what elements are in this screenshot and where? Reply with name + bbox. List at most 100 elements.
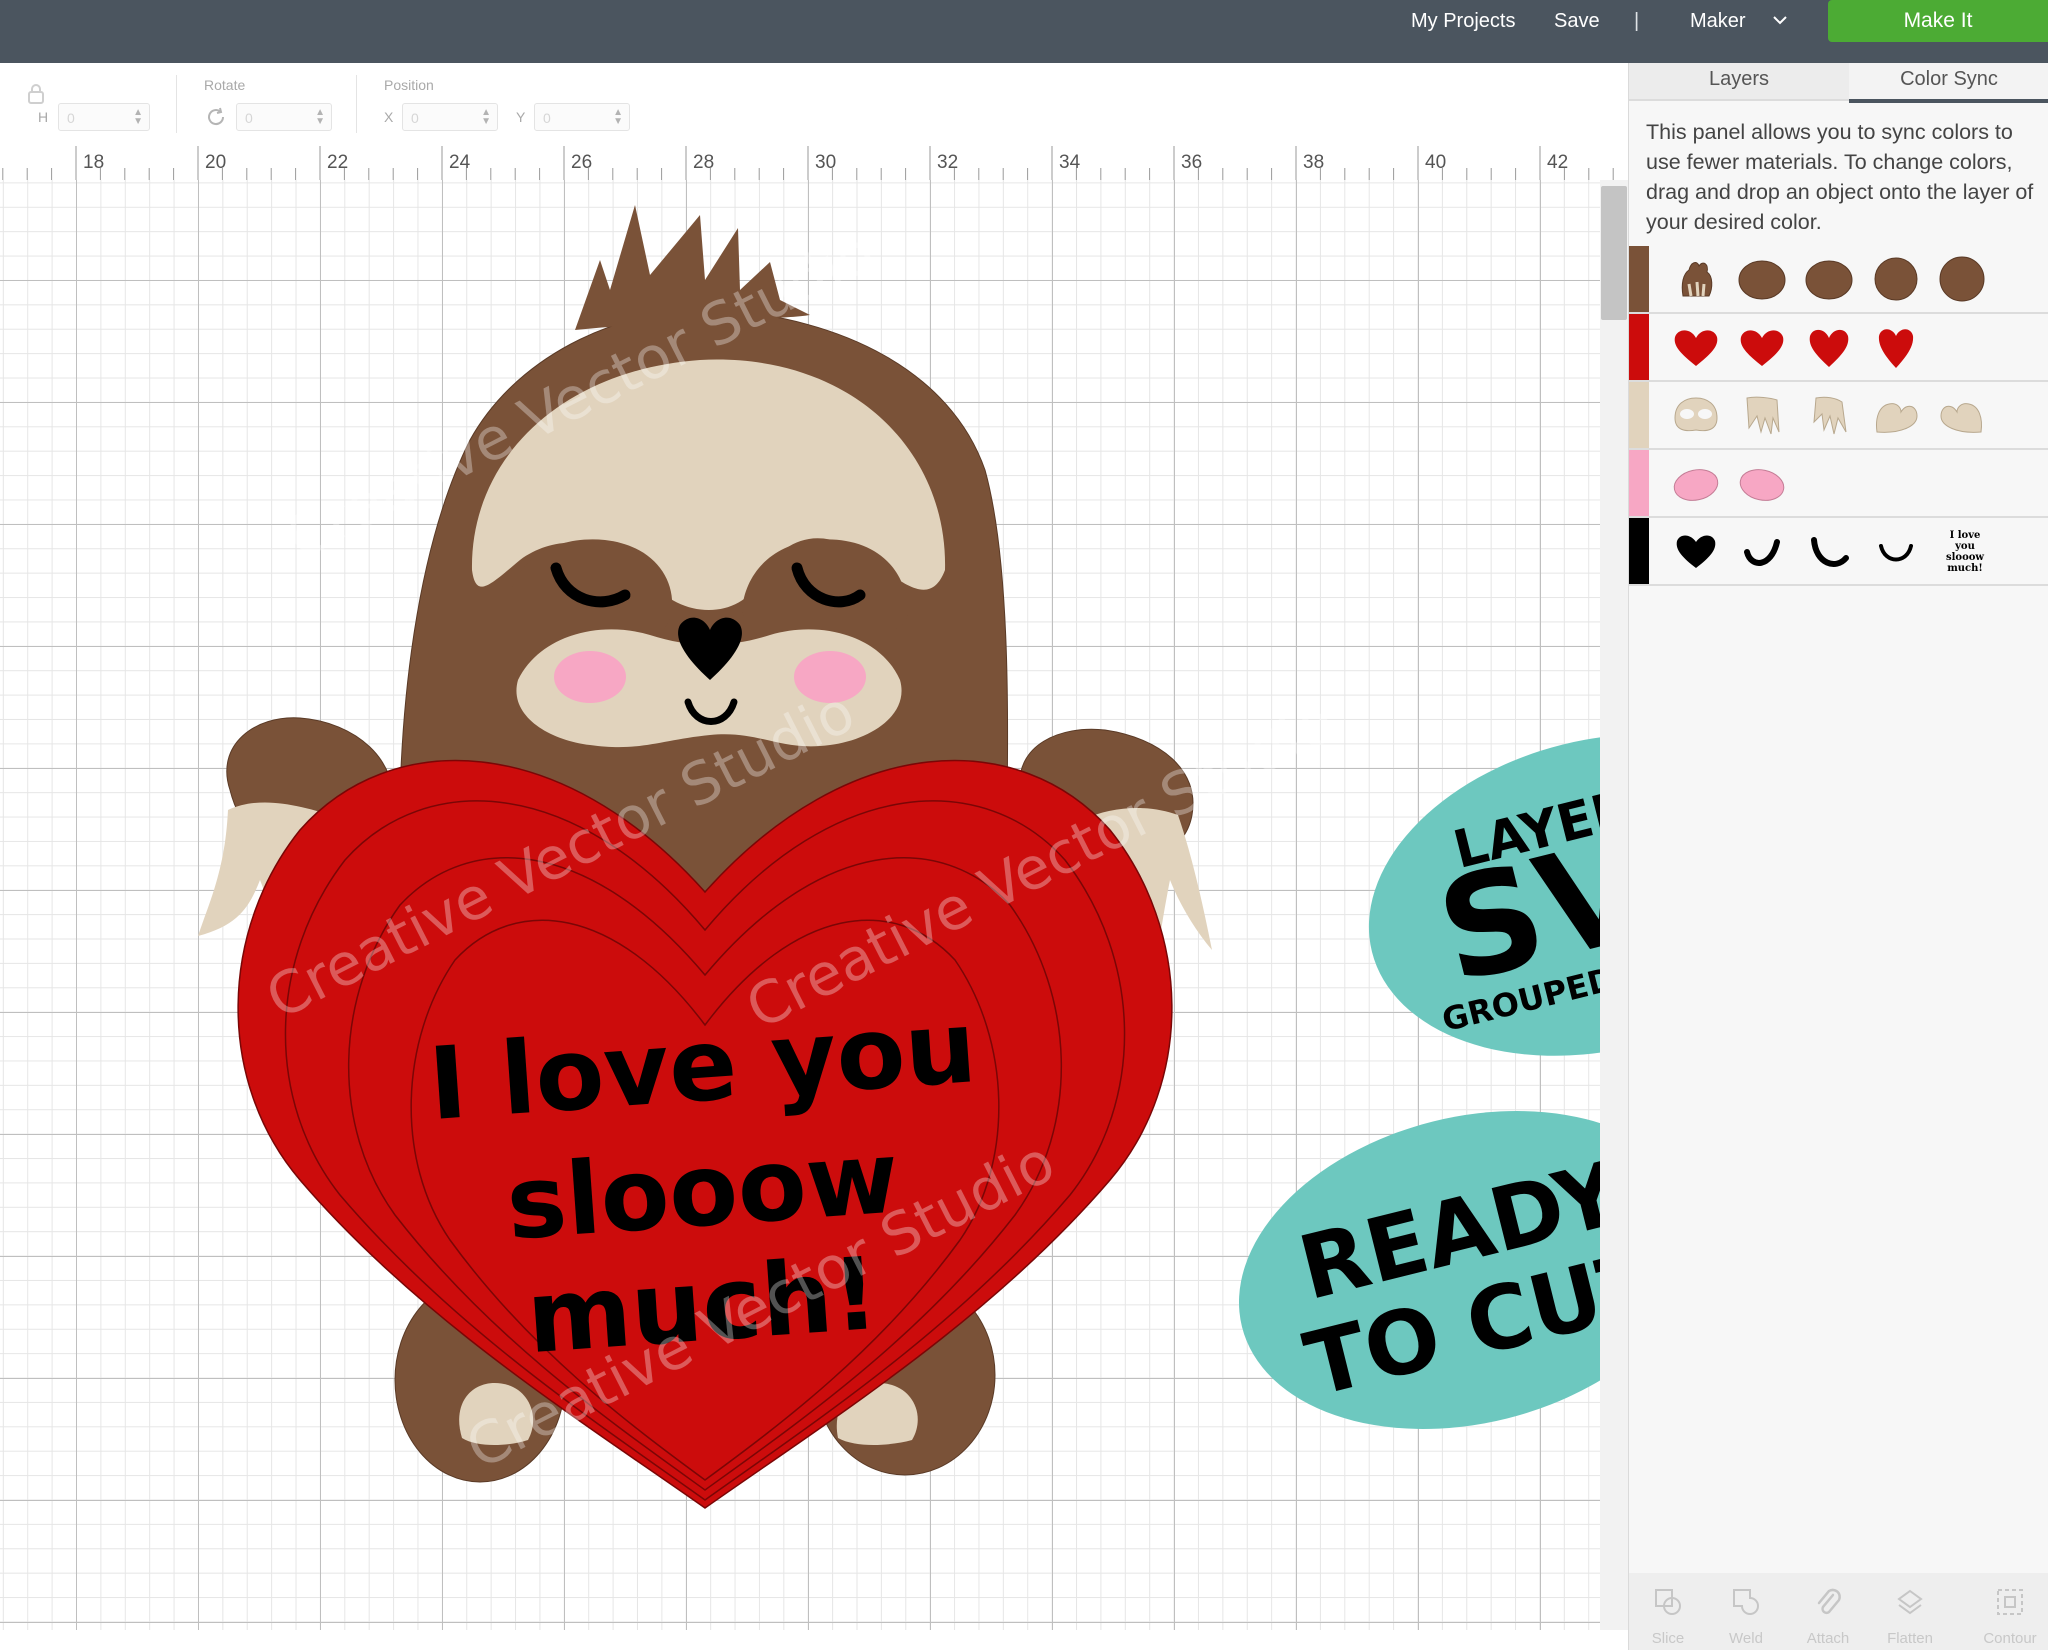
slice-button[interactable]: Slice [1629,1573,1707,1650]
toolbar-divider [176,75,177,133]
eye-thumb[interactable] [1737,528,1787,574]
make-it-button[interactable]: Make It [1828,0,2048,42]
vertical-scrollbar[interactable] [1600,180,1628,1630]
flatten-button[interactable]: Flatten [1871,1573,1949,1650]
machine-selector[interactable]: Maker [1690,0,1746,42]
ruler-label: 20 [205,152,226,173]
attach-label: Attach [1806,1630,1850,1647]
hand-thumb[interactable] [1671,256,1721,302]
color-swatch[interactable] [1629,450,1649,516]
rotate-label: Rotate [204,77,246,93]
toolbar-divider [356,75,357,133]
color-layer-row[interactable]: I love you slooow much! [1629,518,2048,586]
y-value: 0 [543,110,551,126]
ruler-scale: 18 20 22 24 26 28 30 32 34 36 38 40 42 [2,146,1614,180]
lock-icon[interactable] [26,83,46,105]
contour-icon [1997,1589,2023,1615]
ruler-label: 26 [571,152,592,173]
design-canvas[interactable]: I love you slooow much! Creative Vector … [0,180,1600,1630]
paperclip-icon [1817,1588,1841,1615]
y-label: Y [516,109,526,125]
contour-label: Contour [1983,1630,2037,1647]
blob-thumb[interactable] [1737,256,1787,302]
heart-thumb[interactable] [1804,324,1854,370]
scrollbar-thumb[interactable] [1601,186,1627,320]
smile-thumb[interactable] [1871,528,1921,574]
blob-thumb[interactable] [1804,256,1854,302]
save-link[interactable]: Save [1554,0,1600,42]
color-swatch[interactable] [1629,246,1649,312]
heart-thumb[interactable] [1737,324,1787,370]
weld-button[interactable]: Weld [1707,1573,1785,1650]
chevron-down-icon[interactable] [1772,12,1788,28]
slice-label: Slice [1651,1630,1685,1647]
color-sync-description: This panel allows you to sync colors to … [1646,120,2034,234]
ruler-label: 28 [693,152,714,173]
color-layer-row[interactable] [1629,314,2048,382]
top-bar: My Projects Save | Maker Make It [0,0,2048,63]
ruler-label: 42 [1547,152,1568,173]
heart-thumb[interactable] [1937,392,1987,438]
height-value: 0 [67,110,75,126]
right-panel: Layers Color Sync This panel allows you … [1628,63,2048,1650]
x-value: 0 [411,110,419,126]
color-layer-row[interactable] [1629,382,2048,450]
horizontal-ruler: 18 20 22 24 26 28 30 32 34 36 38 40 42 [0,146,1628,181]
color-layer-row[interactable] [1629,450,2048,518]
flatten-label: Flatten [1887,1630,1933,1647]
ruler-label: 36 [1181,152,1202,173]
x-position-input[interactable]: 0 ▲ ▼ [402,103,498,131]
slice-icon [1655,1589,1681,1615]
bottom-toolbar: Slice Weld Attach Flatten Contour [1629,1573,2048,1650]
rotate-value: 0 [245,110,253,126]
rotate-input[interactable]: 0 ▲ ▼ [236,103,332,131]
heart-thumb[interactable] [1871,392,1921,438]
edit-toolbar: H 0 ▲ ▼ Rotate 0 ▲ ▼ Position X 0 ▲ ▼ Y 0 ▲… [0,63,1628,147]
tab-color-sync[interactable]: Color Sync [1849,63,2048,103]
ruler-label: 18 [83,152,104,173]
ruler-label: 30 [815,152,836,173]
ruler-label: 40 [1425,152,1446,173]
color-swatch[interactable] [1629,382,1649,448]
ruler-label: 38 [1303,152,1324,173]
tab-layers[interactable]: Layers [1629,63,1849,101]
ruler-label: 22 [327,152,348,173]
blob-thumb[interactable] [1937,256,1987,302]
face-thumb[interactable] [1671,392,1721,438]
eye-thumb[interactable] [1804,528,1854,574]
stepper-icon[interactable]: ▲ ▼ [133,108,143,127]
color-layer-row[interactable] [1629,246,2048,314]
nav-separator: | [1634,10,1640,32]
text-thumb[interactable]: I love you slooow much! [1939,530,1991,574]
my-projects-link[interactable]: My Projects [1411,0,1515,42]
color-swatch[interactable] [1629,518,1649,584]
ruler-label: 34 [1059,152,1081,173]
rotate-icon[interactable] [204,105,228,129]
claws-thumb[interactable] [1737,392,1787,438]
heart-thumb[interactable] [1671,324,1721,370]
y-position-input[interactable]: 0 ▲ ▼ [534,103,630,131]
cheek-thumb[interactable] [1737,460,1787,506]
color-swatch[interactable] [1629,314,1649,380]
x-label: X [384,109,394,125]
ruler-label: 24 [449,152,471,173]
stepper-icon[interactable]: ▲ ▼ [481,108,491,127]
claws-thumb[interactable] [1804,392,1854,438]
heart-thumb[interactable] [1871,324,1921,370]
cheek-thumb[interactable] [1671,460,1721,506]
attach-button[interactable]: Attach [1789,1573,1867,1650]
ready-to-cut-badge: READY TO CUT [1238,1111,1600,1429]
stepper-icon[interactable]: ▲ ▼ [613,108,623,127]
flatten-icon [1897,1589,1923,1615]
height-input[interactable]: 0 ▲ ▼ [58,103,150,131]
stepper-icon[interactable]: ▲ ▼ [315,108,325,127]
blob-thumb[interactable] [1871,256,1921,302]
position-label: Position [384,77,434,93]
height-label: H [38,109,49,125]
ruler-label: 32 [937,152,958,173]
panel-tabs: Layers Color Sync [1629,63,2048,103]
nose-thumb[interactable] [1671,528,1721,574]
weld-label: Weld [1729,1630,1763,1647]
weld-icon [1733,1589,1759,1615]
contour-button[interactable]: Contour [1971,1573,2048,1650]
